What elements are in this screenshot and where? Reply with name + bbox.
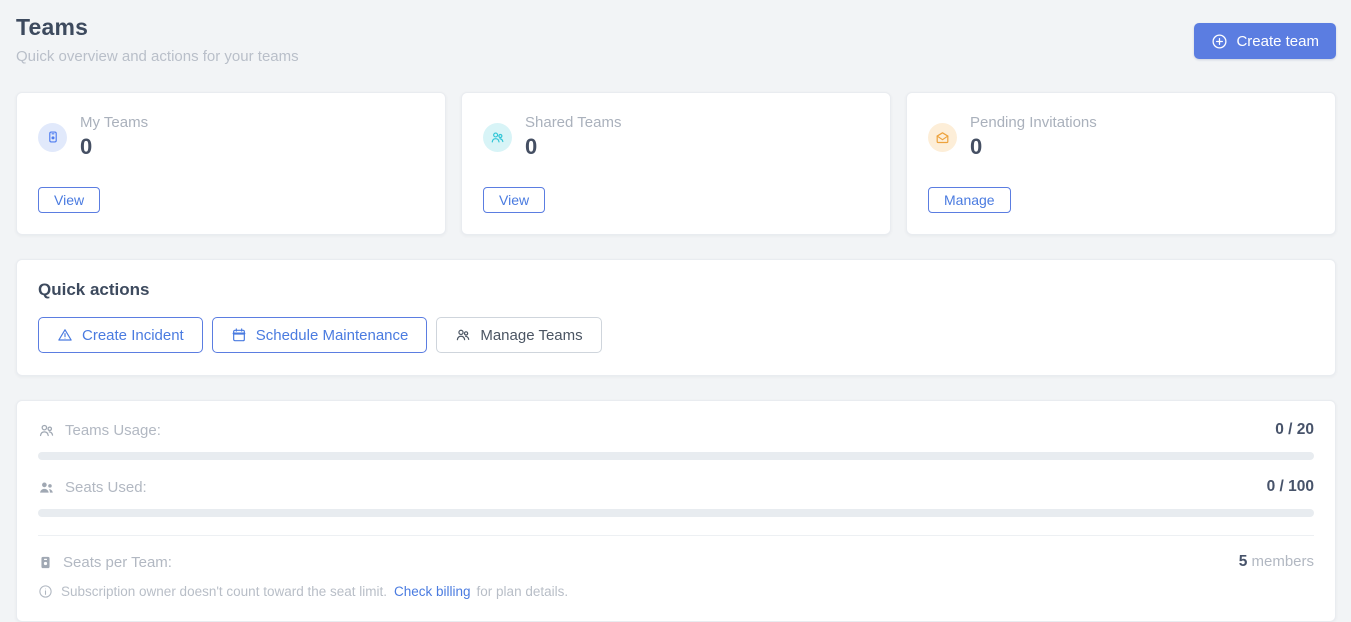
pending-invitations-manage-button[interactable]: Manage [928,187,1011,213]
quick-actions-title: Quick actions [38,280,1314,300]
schedule-maintenance-label: Schedule Maintenance [256,327,409,344]
seats-used-progressbar [38,509,1314,517]
page-subtitle: Quick overview and actions for your team… [16,48,299,65]
stat-head: Shared Teams 0 [483,114,869,160]
quick-actions-row: Create Incident Schedule Maintenance Man… [38,317,1314,353]
stat-head: My Teams 0 [38,114,424,160]
create-incident-label: Create Incident [82,327,184,344]
seats-per-team-value: 5 members [1239,553,1314,571]
seat-limit-note: Subscription owner doesn't count toward … [38,584,1314,599]
stat-head: Pending Invitations 0 [928,114,1314,160]
create-team-label: Create team [1236,33,1319,50]
calendar-icon [231,327,247,343]
manage-teams-label: Manage Teams [480,327,582,344]
users-icon [483,123,512,152]
note-text-after: for plan details. [477,584,569,599]
seats-used-value: 0 / 100 [1267,478,1314,496]
schedule-maintenance-button[interactable]: Schedule Maintenance [212,317,428,353]
pending-invitations-card: Pending Invitations 0 Manage [906,92,1336,235]
shared-teams-view-button[interactable]: View [483,187,545,213]
my-teams-view-button[interactable]: View [38,187,100,213]
header-text: Teams Quick overview and actions for you… [16,14,299,65]
teams-usage-progressbar [38,452,1314,460]
users-icon [455,327,471,343]
stat-meta: Pending Invitations 0 [970,114,1097,160]
teams-page: Teams Quick overview and actions for you… [0,0,1351,622]
page-title: Teams [16,14,299,41]
teams-usage-label: Teams Usage: [65,422,161,439]
stat-label: Pending Invitations [970,114,1097,131]
users-filled-icon [38,479,55,496]
note-text-before: Subscription owner doesn't count toward … [61,584,387,599]
seats-per-team-label: Seats per Team: [63,554,172,571]
info-icon [38,584,53,599]
create-incident-button[interactable]: Create Incident [38,317,203,353]
seats-used-row: Seats Used: 0 / 100 [38,478,1314,496]
teams-usage-row: Teams Usage: 0 / 20 [38,421,1314,439]
stat-value: 0 [80,134,148,160]
usage-card: Teams Usage: 0 / 20 Seats Used: 0 / 100 [16,400,1336,622]
users-outline-icon [38,422,55,439]
teams-usage-value: 0 / 20 [1275,421,1314,439]
my-teams-card: My Teams 0 View [16,92,446,235]
teams-usage-label-group: Teams Usage: [38,422,161,439]
id-badge-filled-icon [38,555,53,570]
seats-used-label-group: Seats Used: [38,479,147,496]
check-billing-link[interactable]: Check billing [394,584,471,599]
stat-label: Shared Teams [525,114,621,131]
seats-per-team-label-group: Seats per Team: [38,554,172,571]
manage-teams-button[interactable]: Manage Teams [436,317,601,353]
plus-circle-icon [1211,33,1228,50]
create-team-button[interactable]: Create team [1194,23,1336,59]
stat-meta: My Teams 0 [80,114,148,160]
page-header: Teams Quick overview and actions for you… [16,14,1336,65]
seats-per-team-suffix: members [1247,553,1314,570]
stat-label: My Teams [80,114,148,131]
stat-value: 0 [970,134,1097,160]
mail-open-icon [928,123,957,152]
seats-used-label: Seats Used: [65,479,147,496]
stat-meta: Shared Teams 0 [525,114,621,160]
note-text: Subscription owner doesn't count toward … [61,584,568,599]
warning-triangle-icon [57,327,73,343]
id-badge-icon [38,123,67,152]
stat-value: 0 [525,134,621,160]
stats-row: My Teams 0 View Shared Teams 0 View [16,92,1336,235]
seats-per-team-row: Seats per Team: 5 members [38,553,1314,571]
shared-teams-card: Shared Teams 0 View [461,92,891,235]
usage-divider [38,535,1314,536]
quick-actions-card: Quick actions Create Incident Schedule M… [16,259,1336,376]
